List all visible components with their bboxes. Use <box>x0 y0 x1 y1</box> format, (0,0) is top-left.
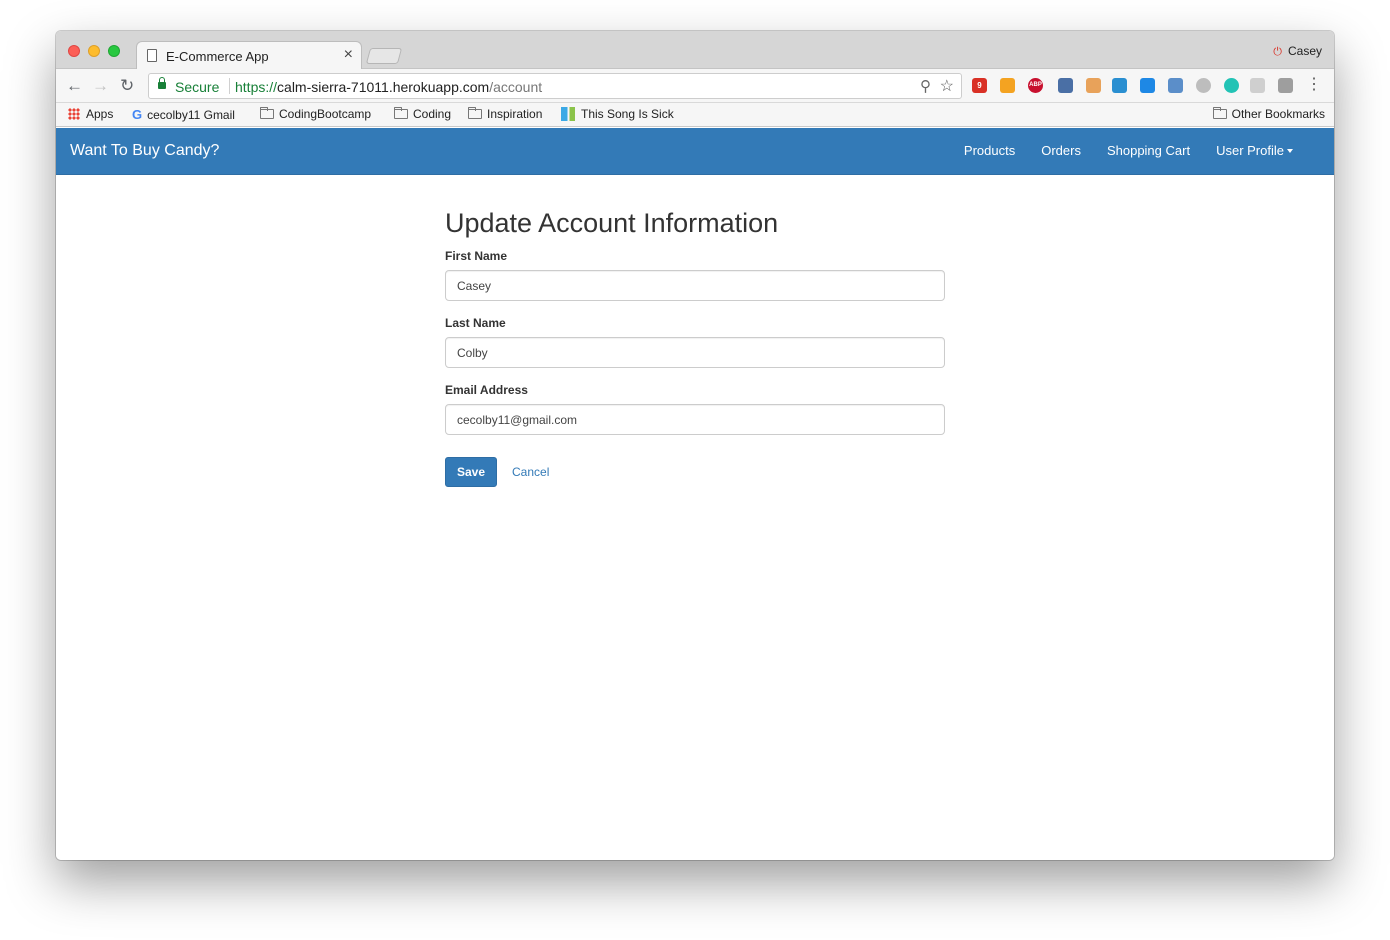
url-text[interactable]: https://calm-sierra-71011.herokuapp.com/… <box>235 79 542 95</box>
bookmark-label: Apps <box>86 107 114 121</box>
first-name-group: First Name <box>445 249 945 301</box>
email-label: Email Address <box>445 383 528 397</box>
last-name-label: Last Name <box>445 316 506 330</box>
user-profile-label: User Profile <box>1216 143 1284 158</box>
browser-window: E-Commerce App × ⏻ Casey ← → ↻ Secure htt… <box>56 31 1334 860</box>
nav-link-products[interactable]: Products <box>951 128 1028 175</box>
window-minimize-button[interactable] <box>88 45 100 57</box>
browser-toolbar: ← → ↻ Secure https://calm-sierra-71011.h… <box>56 69 1334 103</box>
tab-title: E-Commerce App <box>166 49 269 64</box>
new-tab-button[interactable] <box>365 48 403 64</box>
window-maximize-button[interactable] <box>108 45 120 57</box>
page-title: Update Account Information <box>445 208 779 238</box>
bookmark-codingbootcamp[interactable]: CodingBootcamp <box>260 107 371 121</box>
s-extension-icon[interactable] <box>1140 78 1155 93</box>
bookmark-inspiration[interactable]: Inspiration <box>468 107 542 121</box>
secure-label: Secure <box>175 79 220 95</box>
page-icon <box>147 49 157 62</box>
grid-extension-icon[interactable] <box>1250 78 1265 93</box>
gmail-badge: 9 <box>977 81 982 90</box>
bookmark-apps[interactable]: Apps <box>68 107 113 121</box>
nav-link-user-profile[interactable]: User Profile <box>1203 128 1306 175</box>
profile-name: Casey <box>1287 44 1322 58</box>
bookmark-other[interactable]: Other Bookmarks <box>1212 107 1325 121</box>
settings-extension-icon[interactable] <box>1278 78 1293 93</box>
last-name-group: Last Name <box>445 316 945 368</box>
eyedropper-extension-icon[interactable] <box>1058 78 1073 93</box>
zoom-icon[interactable]: ⚲ <box>920 77 931 95</box>
cancel-link[interactable]: Cancel <box>512 465 549 479</box>
adblock-extension-icon[interactable]: ABP <box>1028 78 1043 93</box>
m-extension-icon[interactable] <box>1224 78 1239 93</box>
apps-grid-icon <box>68 108 80 120</box>
email-input[interactable] <box>445 404 945 435</box>
circle-extension-icon[interactable] <box>1196 78 1211 93</box>
nav-link-shopping-cart[interactable]: Shopping Cart <box>1094 128 1203 175</box>
caret-down-icon <box>1287 149 1293 153</box>
folder-icon <box>260 107 274 119</box>
page-content: Want To Buy Candy? Products Orders Shopp… <box>56 128 1334 860</box>
google-icon: G <box>132 107 143 122</box>
bookmark-label: Other Bookmarks <box>1231 107 1325 121</box>
nav-link-orders[interactable]: Orders <box>1028 128 1094 175</box>
bookmark-star-icon[interactable]: ☆ <box>940 76 954 96</box>
arrows-extension-icon[interactable] <box>1112 78 1127 93</box>
url-scheme: https:// <box>235 79 278 95</box>
form-actions: Save Cancel <box>445 457 945 487</box>
navbar-links: Products Orders Shopping Cart User Profi… <box>951 128 1306 175</box>
bookmark-label: Inspiration <box>487 107 543 121</box>
account-form: Update Account Information First Name La… <box>445 208 945 487</box>
folder-icon <box>468 107 482 119</box>
site-navbar: Want To Buy Candy? Products Orders Shopp… <box>56 128 1334 175</box>
first-name-input[interactable] <box>445 270 945 301</box>
screenshot-extension-icon[interactable] <box>1168 78 1183 93</box>
lock-icon <box>158 77 166 89</box>
omnibox-divider <box>229 78 230 94</box>
save-button[interactable]: Save <box>445 457 497 487</box>
bookmark-coding[interactable]: Coding <box>394 107 451 121</box>
title-bar: E-Commerce App × ⏻ Casey <box>56 31 1334 70</box>
hammer-extension-icon[interactable] <box>1086 78 1101 93</box>
song-bookmark-icon <box>561 107 575 121</box>
bookmark-gmail[interactable]: Gcecolby11 Gmail <box>132 107 235 122</box>
folder-icon <box>394 107 408 119</box>
forward-arrow-icon[interactable]: → <box>92 76 109 96</box>
profile-button[interactable]: ⏻ Casey <box>1273 44 1322 59</box>
url-path: /account <box>489 79 543 95</box>
last-name-input[interactable] <box>445 337 945 368</box>
bookmark-label: Coding <box>413 107 452 121</box>
abp-label: ABP <box>1029 82 1042 88</box>
honey-extension-icon[interactable] <box>1000 78 1015 93</box>
bookmarks-bar: Apps Gcecolby11 Gmail CodingBootcamp Cod… <box>56 103 1334 127</box>
bookmark-label: cecolby11 Gmail <box>147 108 235 122</box>
url-host: calm-sierra-71011.herokuapp.com <box>277 79 490 95</box>
browser-menu-icon[interactable]: ⋮ <box>1306 75 1322 95</box>
reload-icon[interactable]: ↻ <box>120 76 134 96</box>
bookmark-song[interactable]: This Song Is Sick <box>561 107 674 121</box>
address-bar[interactable]: Secure https://calm-sierra-71011.herokua… <box>148 73 962 99</box>
bookmark-label: This Song Is Sick <box>581 107 674 121</box>
first-name-label: First Name <box>445 249 508 263</box>
gmail-extension-icon[interactable]: 9 <box>972 78 987 93</box>
email-group: Email Address <box>445 383 945 435</box>
profile-icon: ⏻ <box>1273 46 1282 58</box>
folder-icon <box>1212 107 1227 119</box>
navbar-brand[interactable]: Want To Buy Candy? <box>70 142 219 160</box>
browser-tab[interactable]: E-Commerce App × <box>136 41 362 70</box>
bookmark-label: CodingBootcamp <box>279 107 372 121</box>
tab-close-icon[interactable]: × <box>344 46 353 64</box>
window-close-button[interactable] <box>68 45 80 57</box>
back-arrow-icon[interactable]: ← <box>66 76 83 96</box>
